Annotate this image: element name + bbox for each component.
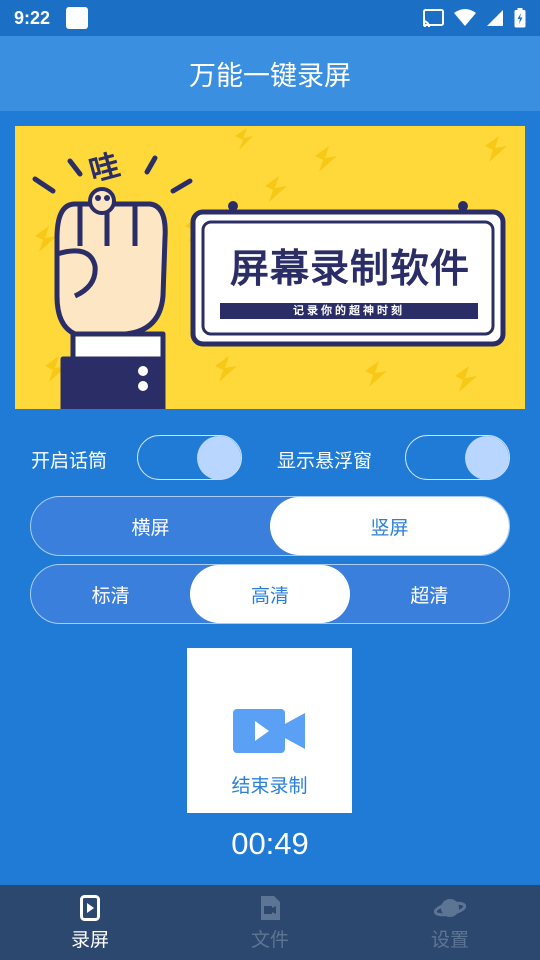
banner-exclamation: 哇 [86, 148, 124, 190]
quality-selector: 标清 高清 超清 [30, 564, 510, 624]
stop-recording-label: 结束录制 [231, 775, 308, 797]
bottom-nav: 录屏 文件 设置 [0, 885, 540, 960]
wifi-icon [454, 9, 476, 26]
orientation-portrait-option[interactable]: 竖屏 [270, 497, 509, 555]
notification-icon [66, 7, 89, 29]
float-window-label: 显示悬浮窗 [277, 450, 373, 472]
orientation-landscape-option[interactable]: 横屏 [31, 497, 270, 555]
status-time: 9:22 [14, 7, 51, 28]
toggle-knob [465, 435, 509, 480]
quality-sd-option[interactable]: 标清 [31, 565, 190, 623]
cast-icon [422, 9, 444, 27]
nav-item-record[interactable]: 录屏 [0, 885, 180, 960]
float-window-toggle[interactable] [405, 435, 510, 480]
phone-record-icon [80, 895, 100, 921]
app-title-bar: 万能一键录屏 [0, 36, 540, 111]
video-camera-icon [233, 709, 305, 753]
battery-icon [514, 8, 526, 28]
recording-timer: 00:49 [231, 826, 309, 861]
mic-toggle[interactable] [137, 435, 242, 480]
mic-label: 开启话筒 [31, 450, 108, 472]
signal-icon [487, 10, 503, 26]
quality-hd-option[interactable]: 高清 [190, 565, 350, 623]
video-file-icon [261, 896, 280, 920]
nav-item-settings[interactable]: 设置 [360, 885, 540, 960]
banner-subtitle: 记录你的超神时刻 [220, 303, 478, 319]
orientation-selector: 横屏 竖屏 [30, 496, 510, 556]
nav-label-settings: 设置 [430, 929, 469, 951]
status-icons [422, 8, 526, 28]
planet-icon [434, 899, 466, 917]
promo-banner: 哇 屏幕录制软件 记录你的超神时刻 [15, 126, 525, 409]
nav-item-files[interactable]: 文件 [180, 885, 360, 960]
banner-title: 屏幕录制软件 [229, 247, 470, 292]
stop-recording-button[interactable]: 结束录制 [187, 648, 352, 813]
toggle-knob [197, 435, 241, 480]
page-title: 万能一键录屏 [189, 61, 351, 92]
nav-label-files: 文件 [250, 929, 289, 951]
quality-fhd-option[interactable]: 超清 [350, 565, 509, 623]
status-bar: 9:22 [0, 0, 540, 36]
nav-label-record: 录屏 [70, 929, 109, 951]
